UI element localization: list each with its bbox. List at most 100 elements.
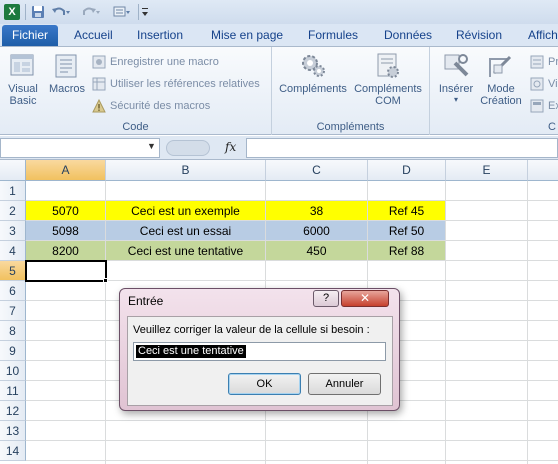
run-dialog-button[interactable]: Ex <box>530 97 558 115</box>
column-header-a[interactable]: A <box>26 160 106 181</box>
insert-function-icon[interactable]: fx <box>225 140 236 154</box>
relative-references-label: Utiliser les références relatives <box>110 78 260 90</box>
insert-dropdown-icon: ▾ <box>453 95 458 104</box>
tab-home[interactable]: Accueil <box>74 24 113 46</box>
row-header-4[interactable]: 4 <box>0 241 26 261</box>
quick-access-toolbar: X <box>0 0 558 24</box>
tools-icon <box>441 51 471 81</box>
tab-page-layout[interactable]: Mise en page <box>211 24 283 46</box>
com-addins-label: Compléments COM <box>354 83 422 107</box>
group-controls-label: C <box>548 121 556 133</box>
visual-basic-label: Visual Basic <box>8 83 38 107</box>
gear-icon <box>298 51 328 81</box>
addins-label: Compléments <box>279 83 347 95</box>
insert-control-label: Insérer <box>438 83 474 95</box>
row-header-10[interactable]: 10 <box>0 361 26 381</box>
addins-button[interactable]: Compléments <box>278 51 348 95</box>
active-cell-a5[interactable] <box>25 260 107 282</box>
view-code-button[interactable]: Vi <box>530 75 558 93</box>
cell-c2[interactable]: 38 <box>266 201 368 221</box>
cell-d3[interactable]: Ref 50 <box>368 221 446 241</box>
value-input-text: Ceci est une tentative <box>136 345 246 358</box>
cell-d2[interactable]: Ref 45 <box>368 201 446 221</box>
com-addins-button[interactable]: Compléments COM <box>352 51 424 107</box>
toolbar-separator <box>138 4 139 20</box>
ribbon: Visual Basic Macros Enregistrer une macr… <box>0 46 558 135</box>
group-controls: Insérer ▾ Mode Création Pr Vi Ex C <box>430 47 558 135</box>
insert-control-button[interactable]: Insérer ▾ <box>434 51 478 104</box>
ribbon-tabs: Fichier Accueil Insertion Mise en page F… <box>0 24 558 46</box>
record-macro-icon <box>92 55 106 69</box>
group-addins-label: Compléments <box>316 121 385 133</box>
cell-b2[interactable]: Ceci est un exemple <box>106 201 266 221</box>
redo-icon[interactable] <box>80 3 102 21</box>
row-header-1[interactable]: 1 <box>0 181 26 201</box>
save-icon[interactable] <box>30 3 46 21</box>
cell-b4[interactable]: Ceci est une tentative <box>106 241 266 261</box>
row-header-12[interactable]: 12 <box>0 401 26 421</box>
row-header-6[interactable]: 6 <box>0 281 26 301</box>
group-code: Visual Basic Macros Enregistrer une macr… <box>0 47 272 135</box>
row-header-5[interactable]: 5 <box>0 261 26 281</box>
column-header-e[interactable]: E <box>446 160 528 181</box>
cancel-button[interactable]: Annuler <box>308 373 381 395</box>
row-header-7[interactable]: 7 <box>0 301 26 321</box>
group-code-label: Code <box>122 121 149 133</box>
macros-button[interactable]: Macros <box>46 51 88 95</box>
tab-formulas[interactable]: Formules <box>308 24 358 46</box>
row-header-2[interactable]: 2 <box>0 201 26 221</box>
excel-icon[interactable]: X <box>4 3 20 21</box>
cell-c4[interactable]: 450 <box>266 241 368 261</box>
view-code-icon <box>530 77 544 91</box>
row-header-13[interactable]: 13 <box>0 421 26 441</box>
formula-input[interactable] <box>246 138 558 158</box>
macro-security-button[interactable]: Sécurité des macros <box>92 97 210 115</box>
row-header-3[interactable]: 3 <box>0 221 26 241</box>
column-header-c[interactable]: C <box>266 160 368 181</box>
cell-a3[interactable]: 5098 <box>26 221 106 241</box>
cell-b3[interactable]: Ceci est un essai <box>106 221 266 241</box>
visual-basic-button[interactable]: Visual Basic <box>4 51 42 107</box>
gridline <box>26 460 558 461</box>
dialog-title: Entrée <box>128 294 164 308</box>
design-mode-button[interactable]: Mode Création <box>478 51 524 107</box>
run-dialog-icon <box>530 99 544 113</box>
value-input[interactable]: Ceci est une tentative <box>133 342 386 361</box>
group-addins: Compléments Compléments COM Compléments <box>272 47 430 135</box>
cell-d4[interactable]: Ref 88 <box>368 241 446 261</box>
ok-button[interactable]: OK <box>228 373 301 395</box>
row-header-11[interactable]: 11 <box>0 381 26 401</box>
macros-label: Macros <box>48 83 86 95</box>
qat-menu-icon[interactable] <box>141 3 149 21</box>
row-header-9[interactable]: 9 <box>0 341 26 361</box>
cell-c3[interactable]: 6000 <box>266 221 368 241</box>
close-button[interactable]: ✕ <box>341 290 389 307</box>
cell-a4[interactable]: 8200 <box>26 241 106 261</box>
tab-review[interactable]: Révision <box>456 24 502 46</box>
column-header-f[interactable] <box>528 160 558 181</box>
tab-data[interactable]: Données <box>384 24 432 46</box>
column-header-b[interactable]: B <box>106 160 266 181</box>
name-box[interactable]: ▼ <box>0 138 160 158</box>
column-header-d[interactable]: D <box>368 160 446 181</box>
formula-bar-splitter[interactable] <box>166 140 210 156</box>
undo-icon[interactable] <box>50 3 72 21</box>
select-all-corner[interactable] <box>0 160 26 181</box>
gridline <box>26 440 558 441</box>
tab-insert[interactable]: Insertion <box>137 24 183 46</box>
customize-icon[interactable] <box>112 3 132 21</box>
row-header-14[interactable]: 14 <box>0 441 26 461</box>
relative-references-button[interactable]: Utiliser les références relatives <box>92 75 260 93</box>
help-button[interactable]: ? <box>313 290 339 307</box>
fill-handle[interactable] <box>103 278 108 283</box>
name-box-dropdown-icon[interactable]: ▼ <box>147 141 156 151</box>
properties-button[interactable]: Pr <box>530 53 558 71</box>
input-dialog: Entrée ? ✕ Veuillez corriger la valeur d… <box>119 288 400 411</box>
visual-basic-icon <box>8 51 38 81</box>
record-macro-button[interactable]: Enregistrer une macro <box>92 53 219 71</box>
tab-file[interactable]: Fichier <box>2 25 58 46</box>
cell-a2[interactable]: 5070 <box>26 201 106 221</box>
row-header-8[interactable]: 8 <box>0 321 26 341</box>
record-macro-label: Enregistrer une macro <box>110 56 219 68</box>
tab-view[interactable]: Affich <box>528 24 558 46</box>
